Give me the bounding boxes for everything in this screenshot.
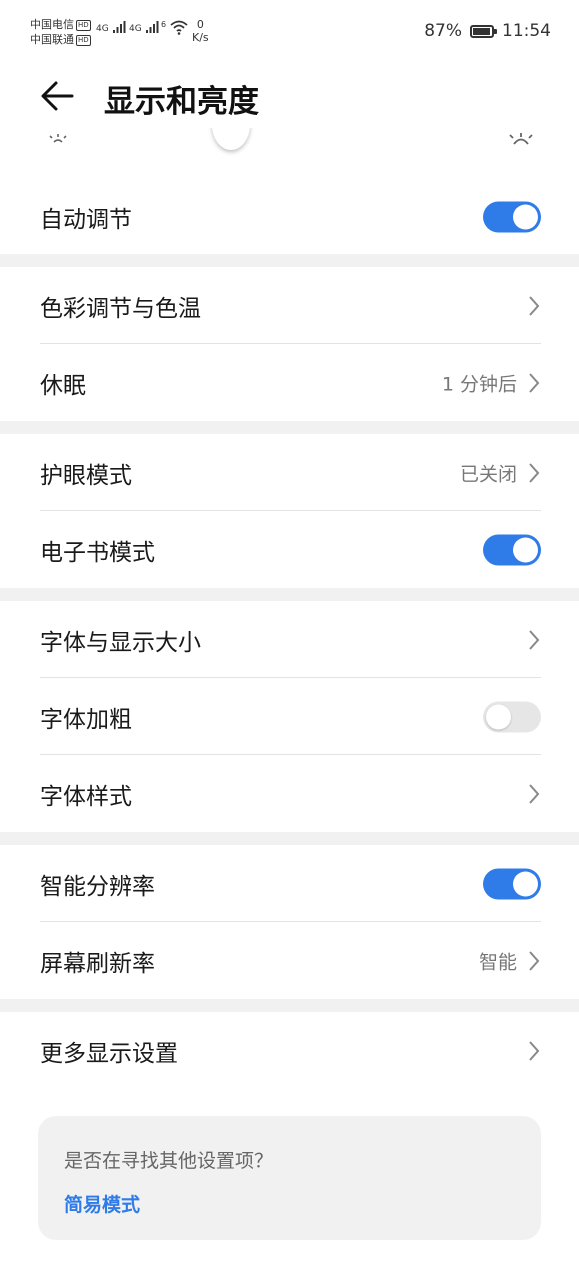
battery-fill [473, 27, 491, 35]
more-display-row[interactable]: 更多显示设置 [0, 1012, 579, 1089]
refresh-rate-row[interactable]: 屏幕刷新率 智能 [0, 922, 579, 999]
smart-resolution-label: 智能分辨率 [40, 873, 155, 900]
signal-2-type: 4G [129, 24, 142, 34]
signal-icon-1: 4G [96, 20, 126, 34]
eye-comfort-value: 已关闭 [459, 463, 517, 485]
chevron-right-icon [529, 629, 540, 650]
carrier-info: 中国电信 HD 中国联通 HD [30, 17, 91, 47]
color-temp-label: 色彩调节与色温 [40, 295, 201, 322]
hd-badge-2: HD [76, 35, 91, 46]
bold-text-toggle[interactable] [483, 701, 541, 732]
sun-low-icon [46, 132, 70, 148]
hd-badge-1: HD [76, 20, 91, 31]
title-bar: 显示和亮度 [0, 64, 579, 128]
section-gap [0, 421, 579, 434]
chevron-right-icon [529, 295, 540, 316]
chevron-right-icon [529, 950, 540, 971]
more-display-label: 更多显示设置 [40, 1040, 178, 1067]
font-size-row[interactable]: 字体与显示大小 [0, 601, 579, 678]
sleep-row[interactable]: 休眠 1 分钟后 [0, 344, 579, 421]
ebook-mode-label: 电子书模式 [40, 539, 155, 566]
section-gap [0, 254, 579, 267]
brightness-slider[interactable] [0, 128, 579, 176]
network-speed: 0 K/s [192, 18, 209, 44]
chevron-right-icon [529, 372, 540, 393]
auto-adjust-row[interactable]: 自动调节 [0, 178, 579, 255]
smart-resolution-toggle[interactable] [483, 868, 541, 899]
suggestion-card: 是否在寻找其他设置项？ 简易模式 [38, 1116, 541, 1240]
wifi-icon: 6 [161, 19, 189, 38]
sleep-label: 休眠 [40, 372, 86, 399]
signal-icon-2: 4G [129, 20, 159, 34]
color-temp-row[interactable]: 色彩调节与色温 [0, 267, 579, 344]
wifi-label: 6 [161, 20, 167, 29]
status-right: 87% 11:54 [424, 21, 551, 41]
chevron-right-icon [529, 462, 540, 483]
battery-percent: 87% [424, 21, 462, 41]
toggle-knob [513, 204, 538, 229]
eye-comfort-label: 护眼模式 [40, 462, 132, 489]
carrier-1-name: 中国电信 [30, 18, 74, 31]
font-size-label: 字体与显示大小 [40, 629, 201, 656]
section-gap [0, 588, 579, 601]
back-arrow-icon[interactable] [38, 76, 78, 116]
refresh-rate-label: 屏幕刷新率 [40, 950, 155, 977]
carrier-2-name: 中国联通 [30, 33, 74, 46]
ebook-mode-toggle[interactable] [483, 534, 541, 565]
eye-comfort-row[interactable]: 护眼模式 已关闭 [0, 434, 579, 511]
font-style-row[interactable]: 字体样式 [0, 755, 579, 832]
bold-text-label: 字体加粗 [40, 706, 132, 733]
bold-text-row[interactable]: 字体加粗 [0, 678, 579, 755]
auto-adjust-label: 自动调节 [40, 206, 132, 233]
chevron-right-icon [529, 783, 540, 804]
refresh-rate-value: 智能 [478, 951, 517, 973]
net-speed-unit: K/s [192, 31, 209, 44]
display-brightness-page: 中国电信HD 中国联通HD 4G 4G 6 0 K/s 87% 11:54 [0, 0, 579, 1280]
brightness-slider-knob[interactable] [212, 128, 250, 150]
smart-resolution-row[interactable]: 智能分辨率 [0, 845, 579, 922]
ebook-mode-row[interactable]: 电子书模式 [0, 511, 579, 588]
clock: 11:54 [502, 21, 551, 41]
sleep-value: 1 分钟后 [441, 373, 517, 395]
sun-high-icon [507, 130, 535, 149]
toggle-knob [513, 871, 538, 896]
page-title: 显示和亮度 [104, 84, 259, 120]
auto-adjust-toggle[interactable] [483, 201, 541, 232]
font-style-label: 字体样式 [40, 783, 132, 810]
chevron-right-icon [529, 1040, 540, 1061]
net-speed-value: 0 [196, 18, 204, 31]
suggestion-question: 是否在寻找其他设置项？ [64, 1150, 274, 1172]
toggle-knob [513, 537, 538, 562]
toggle-knob [486, 704, 511, 729]
section-gap [0, 832, 579, 845]
simple-mode-link[interactable]: 简易模式 [64, 1190, 140, 1217]
signal-1-type: 4G [96, 24, 109, 34]
status-bar: 中国电信 HD 中国联通 HD 4G 4G 6 0 K/s 87% 11:54 [0, 0, 579, 64]
battery-icon [470, 24, 497, 38]
section-gap [0, 999, 579, 1012]
